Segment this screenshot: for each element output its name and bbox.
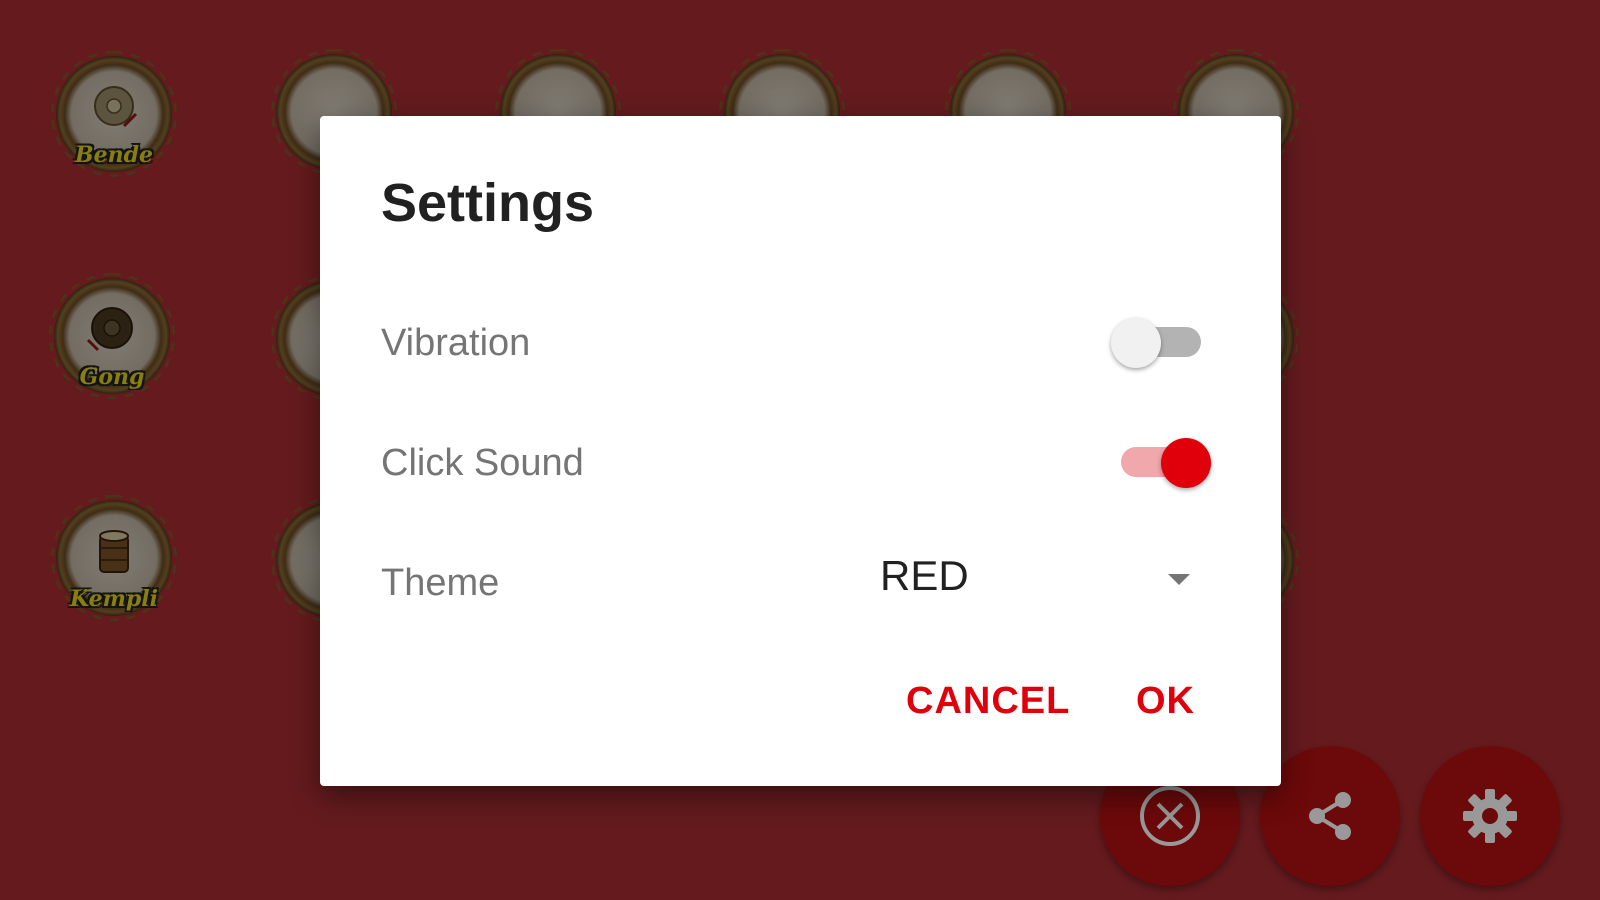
ok-button[interactable]: OK bbox=[1126, 672, 1205, 731]
switch-thumb bbox=[1161, 438, 1211, 488]
vibration-switch[interactable] bbox=[1111, 310, 1211, 370]
click-sound-label: Click Sound bbox=[381, 442, 584, 484]
theme-dropdown[interactable]: RED bbox=[880, 546, 1200, 610]
dialog-title: Settings bbox=[381, 173, 595, 233]
vibration-label: Vibration bbox=[381, 322, 531, 364]
theme-label: Theme bbox=[381, 562, 500, 604]
dropdown-arrow-icon bbox=[1168, 574, 1190, 585]
settings-dialog: Settings Vibration Click Sound Theme RED… bbox=[320, 116, 1281, 786]
switch-thumb bbox=[1111, 318, 1161, 368]
click-sound-switch[interactable] bbox=[1111, 430, 1211, 490]
theme-value: RED bbox=[880, 552, 969, 599]
cancel-button[interactable]: CANCEL bbox=[896, 672, 1080, 731]
